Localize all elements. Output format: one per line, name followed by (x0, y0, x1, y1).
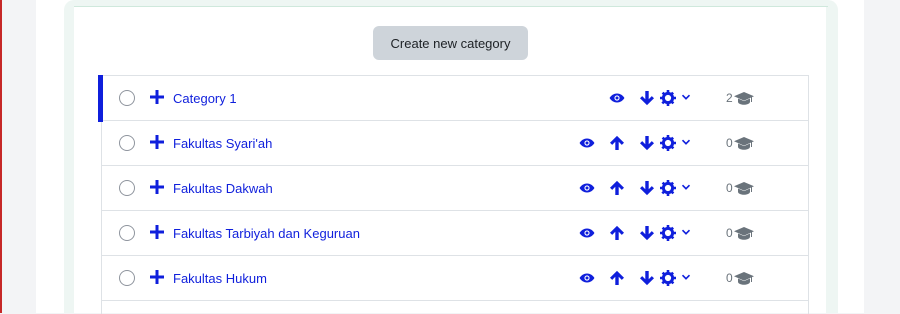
category-row-4: Fakultas Hukum 0 (102, 256, 808, 301)
eye-icon[interactable] (579, 135, 595, 151)
gear-icon[interactable] (660, 90, 676, 106)
left-border-accent (0, 0, 2, 313)
graduation-cap-icon (734, 272, 754, 285)
arrow-down-icon[interactable] (639, 180, 655, 196)
category-link[interactable]: Fakultas Syari'ah (173, 121, 272, 166)
gear-icon[interactable] (660, 225, 676, 241)
category-select-radio[interactable] (119, 180, 135, 196)
course-count: 0 (726, 271, 733, 285)
category-select-radio[interactable] (119, 270, 135, 286)
eye-icon[interactable] (579, 180, 595, 196)
arrow-down-icon[interactable] (639, 270, 655, 286)
course-count: 2 (726, 91, 733, 105)
category-select-radio[interactable] (119, 225, 135, 241)
category-row-2: Fakultas Dakwah 0 (102, 166, 808, 211)
arrow-up-icon[interactable] (609, 135, 625, 151)
eye-icon[interactable] (609, 90, 625, 106)
graduation-cap-icon (734, 137, 754, 150)
category-row-1: Fakultas Syari'ah 0 (102, 121, 808, 166)
graduation-cap-icon (734, 92, 754, 105)
category-row-3: Fakultas Tarbiyah dan Keguruan 0 (102, 211, 808, 256)
arrow-up-icon[interactable] (609, 270, 625, 286)
graduation-cap-icon (734, 227, 754, 240)
create-new-category-button[interactable]: Create new category (373, 26, 528, 60)
expand-plus-icon[interactable] (150, 270, 164, 284)
course-count: 0 (726, 136, 733, 150)
category-link[interactable]: Fakultas Hukum (173, 256, 267, 301)
category-link[interactable]: Fakultas Tarbiyah dan Keguruan (173, 211, 360, 256)
category-select-radio[interactable] (119, 90, 135, 106)
gear-icon[interactable] (660, 180, 676, 196)
expand-plus-icon[interactable] (150, 90, 164, 104)
arrow-down-icon[interactable] (639, 225, 655, 241)
active-row-indicator (98, 75, 103, 122)
gear-icon[interactable] (660, 135, 676, 151)
arrow-up-icon[interactable] (609, 225, 625, 241)
chevron-down-icon[interactable] (681, 137, 691, 147)
category-link[interactable]: Category 1 (173, 76, 237, 121)
category-row-0: Category 1 2 (102, 76, 808, 121)
arrow-down-icon[interactable] (639, 135, 655, 151)
arrow-down-icon[interactable] (639, 90, 655, 106)
category-select-radio[interactable] (119, 135, 135, 151)
course-count: 0 (726, 181, 733, 195)
category-link[interactable]: Fakultas Dakwah (173, 166, 273, 211)
eye-icon[interactable] (579, 270, 595, 286)
expand-plus-icon[interactable] (150, 135, 164, 149)
expand-plus-icon[interactable] (150, 225, 164, 239)
right-rail (864, 0, 900, 313)
expand-plus-icon[interactable] (150, 180, 164, 194)
gear-icon[interactable] (660, 270, 676, 286)
eye-icon[interactable] (579, 225, 595, 241)
course-count: 0 (726, 226, 733, 240)
graduation-cap-icon (734, 182, 754, 195)
chevron-down-icon[interactable] (681, 182, 691, 192)
category-list: Category 1 2 Fakultas Syari'ah 0 Fakulta… (101, 75, 809, 314)
chevron-down-icon[interactable] (681, 227, 691, 237)
arrow-up-icon[interactable] (609, 180, 625, 196)
chevron-down-icon[interactable] (681, 272, 691, 282)
chevron-down-icon[interactable] (681, 92, 691, 102)
